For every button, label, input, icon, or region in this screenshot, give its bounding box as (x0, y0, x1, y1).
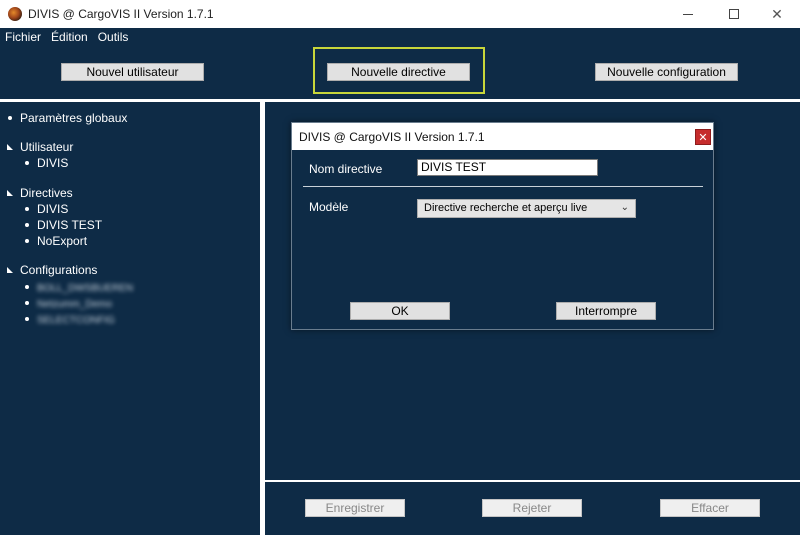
bullet-icon (25, 316, 29, 321)
new-directive-dialog: DIVIS @ CargoVIS II Version 1.7.1 ✕ Nom … (291, 122, 714, 330)
tree-item-config-1[interactable]: BOLL_DWSBUEREN (25, 280, 133, 294)
horizontal-divider (0, 99, 800, 102)
new-directive-button[interactable]: Nouvelle directive (327, 63, 470, 81)
close-button[interactable]: ✕ (754, 0, 800, 28)
vertical-splitter[interactable] (260, 102, 265, 535)
bullet-icon (25, 300, 29, 305)
model-select[interactable]: Directive recherche et aperçu live ⌄ (417, 199, 636, 218)
tree-group-configurations[interactable]: Configurations (7, 263, 97, 277)
tree-group-users[interactable]: Utilisateur (7, 140, 73, 154)
bullet-icon (25, 222, 29, 227)
expanded-arrow-icon (7, 143, 13, 150)
dialog-divider (303, 186, 703, 187)
close-icon: ✕ (698, 131, 708, 144)
model-label: Modèle (309, 200, 349, 214)
bullet-icon (25, 284, 29, 289)
tree-item-label: NoExport (37, 234, 88, 248)
maximize-button[interactable] (711, 0, 757, 28)
cancel-button[interactable]: Interrompre (556, 302, 656, 320)
new-configuration-button[interactable]: Nouvelle configuration (595, 63, 738, 81)
reject-button[interactable]: Rejeter (482, 499, 582, 517)
menu-bar: Fichier Édition Outils (0, 28, 800, 46)
minimize-button[interactable] (665, 0, 711, 28)
chevron-down-icon: ⌄ (620, 202, 629, 213)
expanded-arrow-icon (7, 189, 13, 196)
menu-outils[interactable]: Outils (93, 28, 134, 46)
bullet-icon (25, 160, 29, 165)
tree-item-directive-noexport[interactable]: NoExport (25, 234, 87, 248)
tree-item-directive-divis[interactable]: DIVIS (25, 202, 68, 216)
tree-item-label: DIVIS (37, 156, 69, 170)
minimize-icon (683, 13, 693, 15)
tree-group-label: Utilisateur (20, 140, 74, 154)
tree-item-label: SELECTCONFIG (37, 315, 115, 326)
tree-item-user-divis[interactable]: DIVIS (25, 156, 68, 170)
window-title: DIVIS @ CargoVIS II Version 1.7.1 (28, 7, 214, 21)
menu-fichier[interactable]: Fichier (0, 28, 46, 46)
tree-item-label: Paramètres globaux (20, 111, 128, 125)
tree-group-label: Configurations (20, 263, 98, 277)
bullet-icon (25, 206, 29, 211)
save-button[interactable]: Enregistrer (305, 499, 405, 517)
tree-item-directive-divis-test[interactable]: DIVIS TEST (25, 218, 102, 232)
maximize-icon (729, 9, 739, 19)
directive-name-input[interactable]: DIVIS TEST (417, 159, 598, 176)
close-icon: ✕ (771, 5, 783, 22)
menu-edition[interactable]: Édition (46, 28, 93, 46)
bottom-divider (265, 480, 800, 482)
bullet-icon (25, 238, 29, 243)
bullet-icon (8, 115, 12, 120)
tree-group-label: Directives (20, 186, 73, 200)
ok-button[interactable]: OK (350, 302, 450, 320)
dialog-title: DIVIS @ CargoVIS II Version 1.7.1 (299, 130, 485, 144)
tree-item-label: BOLL_DWSBUEREN (37, 283, 134, 294)
new-user-button[interactable]: Nouvel utilisateur (61, 63, 204, 81)
app-icon (8, 7, 22, 21)
dialog-title-bar: DIVIS @ CargoVIS II Version 1.7.1 ✕ (292, 123, 713, 150)
clear-button[interactable]: Effacer (660, 499, 760, 517)
tree-item-label: Netzumm_Demo (37, 299, 113, 310)
model-select-value: Directive recherche et aperçu live (424, 202, 588, 214)
tree-item-label: DIVIS TEST (37, 218, 103, 232)
dialog-close-button[interactable]: ✕ (695, 129, 711, 145)
tree-item-label: DIVIS (37, 202, 69, 216)
tree-group-directives[interactable]: Directives (7, 186, 73, 200)
tree-item-config-2[interactable]: Netzumm_Demo (25, 296, 112, 310)
tree-item-global-params[interactable]: Paramètres globaux (8, 111, 127, 125)
tree-item-config-3[interactable]: SELECTCONFIG (25, 312, 115, 326)
expanded-arrow-icon (7, 266, 13, 273)
title-bar: DIVIS @ CargoVIS II Version 1.7.1 ✕ (0, 0, 800, 28)
directive-name-label: Nom directive (309, 162, 383, 176)
